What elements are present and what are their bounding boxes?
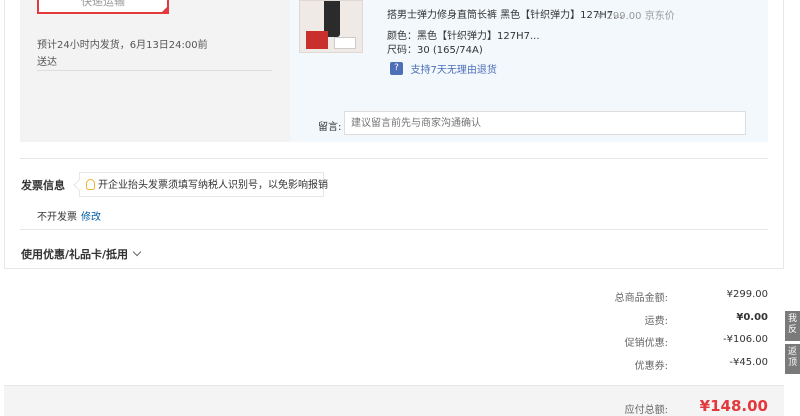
invoice-value: 不开发票 修改 <box>37 208 101 223</box>
size-value: 30 (165/74A) <box>417 45 483 56</box>
note-label: 留言: <box>318 122 342 133</box>
product-column: 搭男士弹力修身直筒长裤 黑色【针织弹力】127H7... ¥ 299.00 京东… <box>290 0 768 142</box>
total-label: 应付总额: <box>624 405 668 416</box>
lightbulb-icon <box>86 178 95 190</box>
return-policy[interactable]: ? 支持7天无理由退货 <box>390 61 497 76</box>
summary-label: 优惠券: <box>634 361 668 372</box>
summary-row-promotion: 促销优惠: -¥106.00 <box>560 334 768 349</box>
invoice-edit-link[interactable]: 修改 <box>81 212 101 223</box>
tip-arrow <box>73 179 85 191</box>
delivery-estimate-suffix: 送达 <box>37 57 57 68</box>
coupon-toggle[interactable]: 使用优惠/礼品卡/抵用 <box>21 246 142 262</box>
summary-value: ¥0.00 <box>736 312 768 323</box>
product-color: 颜色：黑色【针织弹力】127H7... <box>387 27 540 42</box>
invoice-type: 不开发票 <box>37 212 77 223</box>
summary-row-coupon: 优惠券: -¥45.00 <box>560 357 768 372</box>
invoice-tip: 开企业抬头发票须填写纳税人识别号，以免影响报销 <box>73 172 328 197</box>
product-title[interactable]: 搭男士弹力修身直筒长裤 黑色【针织弹力】127H7... <box>387 6 623 21</box>
summary-value: -¥106.00 <box>723 334 768 345</box>
thumbnail-tag-shape <box>306 31 328 49</box>
product-size: 尺码：30 (165/74A) <box>387 41 483 56</box>
card-border-right <box>783 0 784 268</box>
invoice-title: 发票信息 <box>21 179 65 192</box>
divider <box>20 158 768 159</box>
shipping-method-label: 快递运输 <box>81 0 125 8</box>
return-policy-icon: ? <box>390 62 403 75</box>
summary-label: 总商品金额: <box>614 293 668 304</box>
thumbnail-label-shape <box>334 37 356 49</box>
side-tab-back-to-top[interactable]: 返顶 <box>785 344 800 374</box>
product-jd-price: ¥ 299.00 京东价 <box>597 11 675 22</box>
chevron-down-icon <box>132 247 142 257</box>
summary-row-shipping: 运费: ¥0.00 <box>560 312 768 327</box>
total-bar: 应付总额: ¥148.00 <box>4 385 784 416</box>
card-border-left <box>4 0 5 268</box>
size-label: 尺码： <box>387 45 417 56</box>
return-policy-text: 支持7天无理由退货 <box>410 65 497 76</box>
product-thumbnail[interactable] <box>299 0 363 53</box>
coupon-label: 使用优惠/礼品卡/抵用 <box>21 248 129 261</box>
summary-row-subtotal: 总商品金额: ¥299.00 <box>560 289 768 304</box>
note-input[interactable] <box>344 111 746 135</box>
divider <box>37 70 272 71</box>
side-tab-feedback[interactable]: 我反 <box>785 311 800 341</box>
summary-value: -¥45.00 <box>729 357 768 368</box>
checkout-page: 快递运输 预计24小时内发货，6月13日24:00前 送达 搭男士弹力修身直筒长… <box>0 0 800 416</box>
shipping-method-button[interactable]: 快递运输 <box>37 0 169 14</box>
shipping-column: 快递运输 预计24小时内发货，6月13日24:00前 送达 <box>20 0 275 142</box>
summary-label: 促销优惠: <box>624 338 668 349</box>
delivery-estimate: 预计24小时内发货，6月13日24:00前 <box>37 40 208 51</box>
summary-label: 运费: <box>644 316 668 327</box>
divider <box>20 229 768 230</box>
invoice-tip-text: 开企业抬头发票须填写纳税人识别号，以免影响报销 <box>98 179 328 191</box>
card-border-bottom <box>4 268 784 269</box>
selected-corner-icon <box>160 5 167 12</box>
summary-value: ¥299.00 <box>726 289 768 300</box>
order-items-panel: 快递运输 预计24小时内发货，6月13日24:00前 送达 搭男士弹力修身直筒长… <box>20 0 768 142</box>
total-value: ¥148.00 <box>699 397 768 415</box>
